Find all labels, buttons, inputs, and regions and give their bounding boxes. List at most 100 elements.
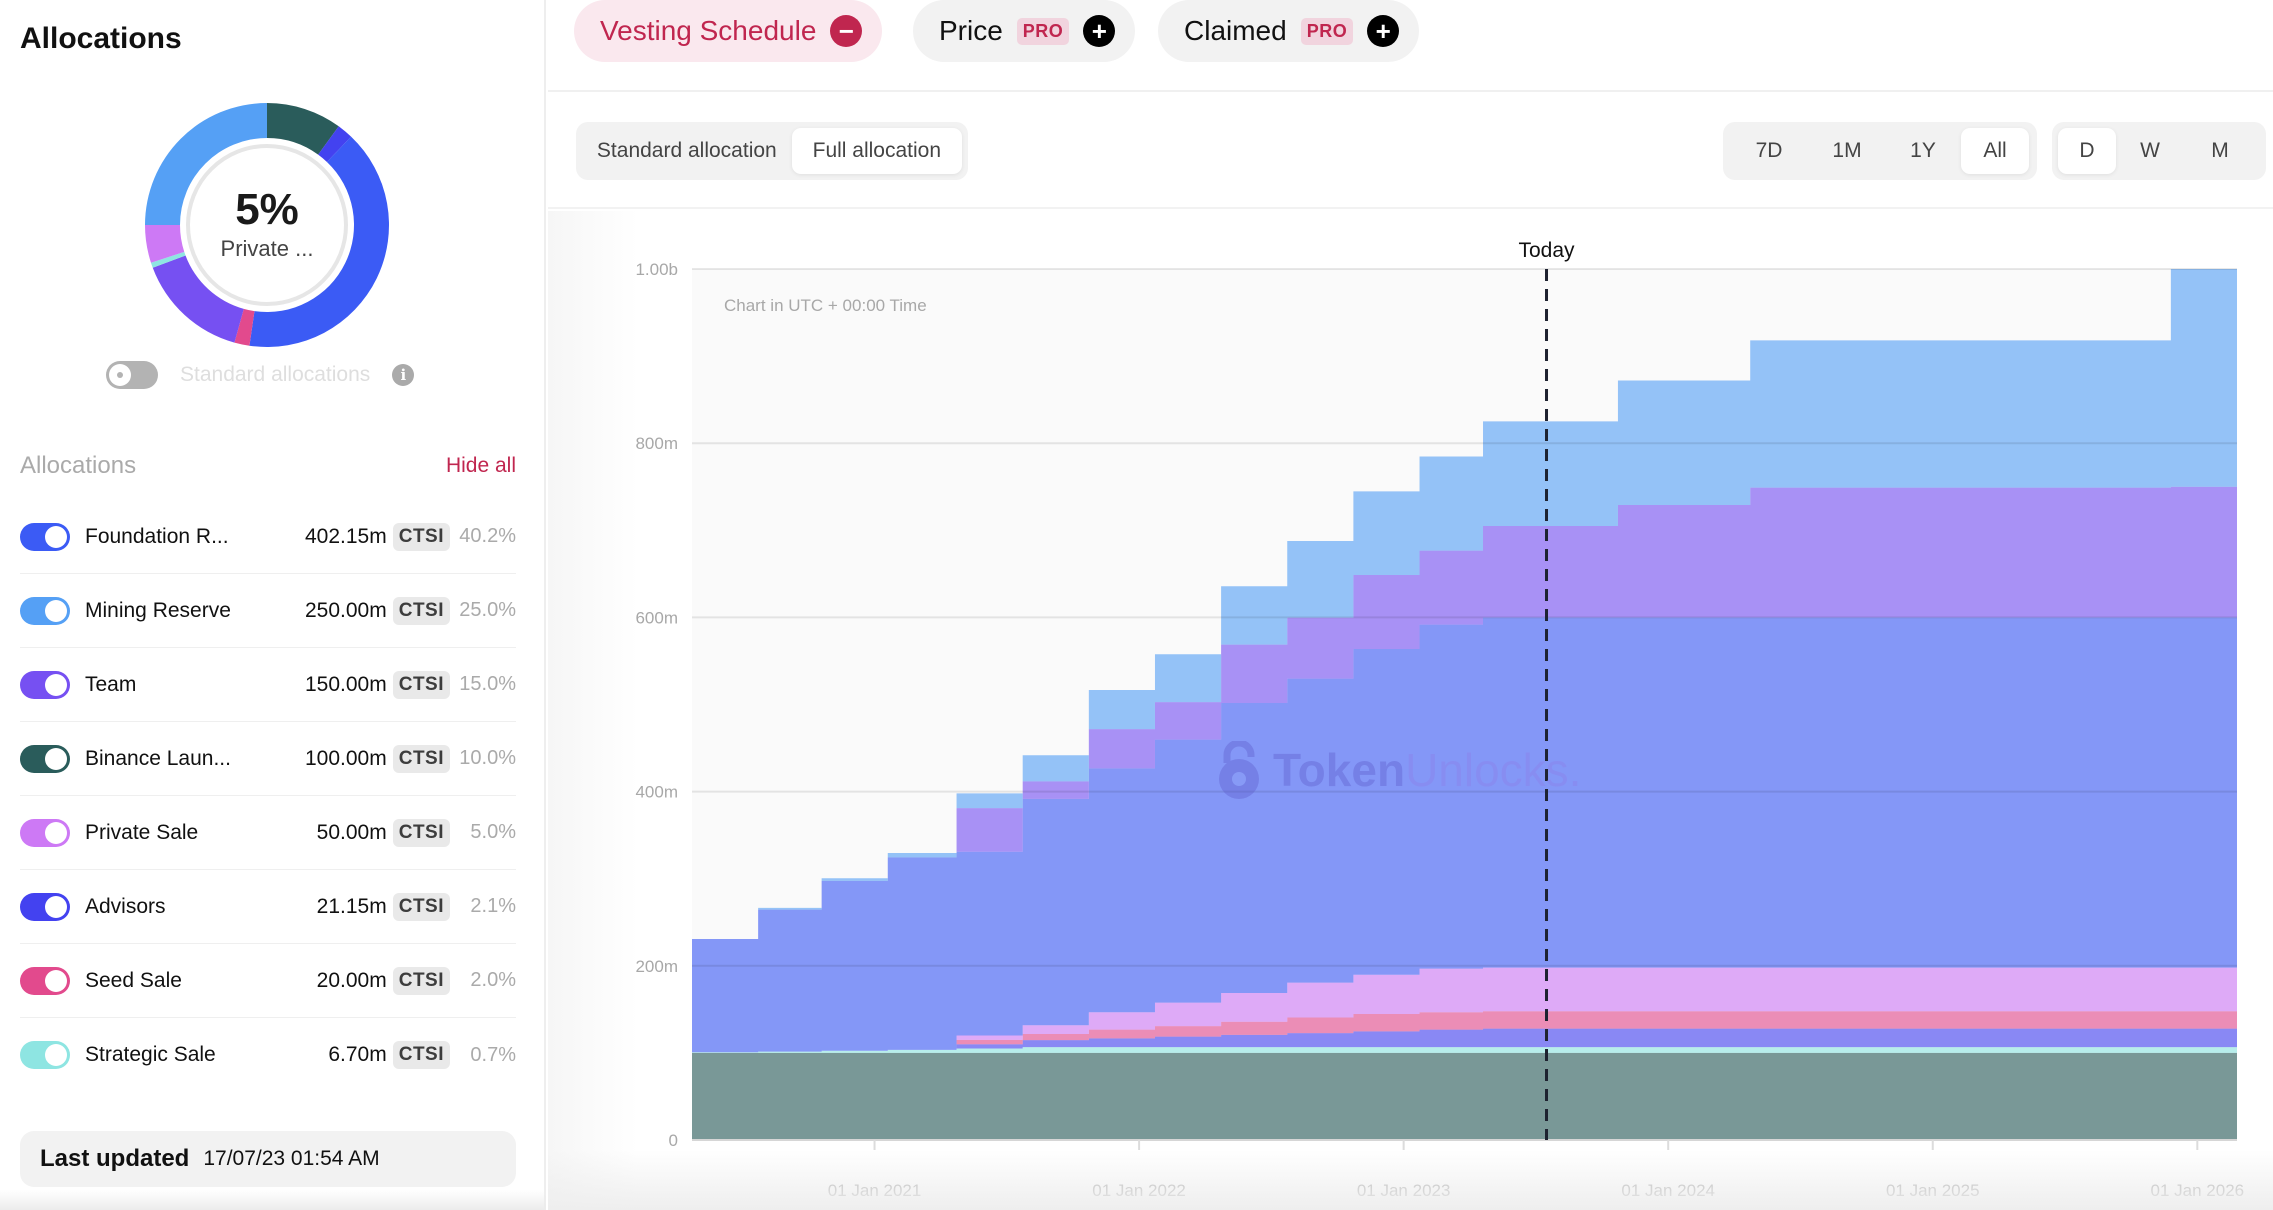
allocation-row: Mining Reserve 250.00m CTSI 25.0% — [20, 574, 516, 648]
range-1y[interactable]: 1Y — [1885, 128, 1961, 174]
standard-allocations-label: Standard allocations — [180, 363, 371, 386]
token-badge: CTSI — [392, 596, 450, 625]
last-updated-label: Last updated — [40, 1145, 190, 1172]
main-panel: Vesting Schedule − Price PRO + Claimed P… — [548, 0, 2273, 1210]
y-tick-label: 0 — [669, 1131, 678, 1150]
allocation-name: Binance Laun... — [85, 746, 231, 770]
y-tick-label: 400m — [635, 783, 678, 802]
allocation-visibility-toggle[interactable] — [20, 892, 70, 921]
allocation-amount: 250.00m — [304, 598, 387, 622]
chart-timezone-note: Chart in UTC + 00:00 Time — [724, 296, 927, 315]
standard-allocations-toggle-row: Standard allocations i — [106, 358, 415, 392]
range-all[interactable]: All — [1961, 128, 2029, 174]
allocation-row: Advisors 21.15m CTSI 2.1% — [20, 870, 516, 944]
last-updated-value: 17/07/23 01:54 AM — [203, 1147, 380, 1170]
allocation-list-header: Allocations Hide all — [20, 452, 516, 480]
info-icon[interactable]: i — [392, 364, 415, 386]
allocation-visibility-toggle[interactable] — [20, 522, 70, 551]
toggle-knob — [45, 969, 67, 992]
minus-icon[interactable]: − — [830, 15, 863, 47]
pro-badge: PRO — [1016, 17, 1070, 45]
tab-vesting-schedule[interactable]: Vesting Schedule − — [574, 0, 883, 62]
donut-center-label: Private ... — [220, 236, 314, 261]
pro-badge: PRO — [1300, 17, 1354, 45]
token-badge: CTSI — [392, 744, 450, 773]
time-range-selector: 7D 1M 1Y All — [1723, 122, 2037, 180]
allocation-amount: 150.00m — [304, 672, 387, 696]
toggle-knob — [45, 599, 67, 622]
tab-label: Vesting Schedule — [600, 15, 817, 46]
range-7d[interactable]: 7D — [1729, 128, 1809, 174]
toggle-knob — [45, 673, 67, 696]
allocation-name: Foundation R... — [85, 524, 229, 548]
interval-month[interactable]: M — [2184, 128, 2256, 174]
allocation-visibility-toggle[interactable] — [20, 818, 70, 847]
plus-icon[interactable]: + — [1367, 15, 1400, 47]
tab-label: Claimed — [1184, 15, 1287, 46]
tab-claimed[interactable]: Claimed PRO + — [1158, 0, 1420, 62]
y-tick-label: 800m — [635, 434, 678, 453]
y-tick-label: 200m — [635, 957, 678, 976]
donut-center-percent: 5% — [235, 185, 299, 234]
allocation-name: Team — [85, 672, 137, 696]
allocation-amount: 100.00m — [304, 746, 387, 770]
allocation-percent: 2.0% — [470, 969, 516, 991]
allocation-row: Seed Sale 20.00m CTSI 2.0% — [20, 944, 516, 1018]
allocation-donut-chart[interactable]: 5% Private ... — [142, 100, 392, 350]
hide-all-button[interactable]: Hide all — [446, 454, 516, 478]
allocation-row: Team 150.00m CTSI 15.0% — [20, 648, 516, 722]
range-1m[interactable]: 1M — [1809, 128, 1885, 174]
toggle-knob — [45, 1044, 67, 1066]
token-badge: CTSI — [392, 670, 450, 699]
tab-price[interactable]: Price PRO + — [913, 0, 1136, 62]
x-tick-label: 01 Jan 2026 — [2151, 1181, 2245, 1200]
allocation-visibility-toggle[interactable] — [20, 596, 70, 625]
allocation-percent: 40.2% — [459, 525, 516, 547]
toggle-knob — [45, 821, 67, 844]
allocation-name: Advisors — [85, 894, 166, 918]
token-badge: CTSI — [392, 1041, 450, 1069]
interval-week[interactable]: W — [2116, 128, 2184, 174]
toggle-knob — [45, 747, 67, 770]
allocation-list: Foundation R... 402.15m CTSI 40.2% Mining Re… — [20, 500, 516, 1092]
vesting-schedule-chart[interactable]: 0 200m 400m 600m 800m 1.00b 01 Jan 2021 01 Jan … — [548, 211, 2273, 1210]
allocation-percent: 0.7% — [470, 1043, 516, 1066]
allocation-name: Private Sale — [85, 820, 199, 844]
token-badge: CTSI — [392, 818, 450, 847]
allocation-visibility-toggle[interactable] — [20, 744, 70, 773]
token-unlock-dashboard: Allocations 5% Private ... Standard allo… — [0, 0, 2273, 1210]
allocation-visibility-toggle[interactable] — [20, 670, 70, 699]
y-tick-label: 600m — [635, 608, 678, 627]
standard-allocations-toggle[interactable] — [106, 361, 158, 389]
allocation-percent: 10.0% — [459, 747, 516, 769]
allocation-mode-full[interactable]: Full allocation — [791, 128, 962, 174]
today-label: Today — [1518, 239, 1575, 262]
interval-day[interactable]: D — [2058, 128, 2116, 174]
allocation-mode-standard[interactable]: Standard allocation — [582, 128, 792, 174]
plus-icon[interactable]: + — [1083, 15, 1116, 47]
allocation-visibility-toggle[interactable] — [20, 966, 70, 995]
allocation-mode-selector: Standard allocation Full allocation — [576, 122, 968, 180]
vesting-chart-area[interactable]: 0 200m 400m 600m 800m 1.00b 01 Jan 2021 01 Jan … — [548, 211, 2273, 1210]
interval-selector: D W M — [2052, 122, 2266, 180]
allocation-percent: 2.1% — [470, 895, 516, 917]
toggle-knob — [109, 364, 131, 386]
allocation-percent: 25.0% — [459, 599, 516, 621]
allocation-amount: 20.00m — [316, 968, 387, 992]
allocation-row: Private Sale 50.00m CTSI 5.0% — [20, 796, 516, 870]
allocation-percent: 15.0% — [459, 673, 516, 695]
y-tick-label: 1.00b — [635, 260, 678, 279]
x-tick-label: 01 Jan 2024 — [1621, 1181, 1715, 1200]
allocation-amount: 6.70m — [328, 1043, 387, 1066]
donut-center: 5% Private ... — [142, 100, 392, 350]
allocation-name: Strategic Sale — [85, 1043, 216, 1066]
sidebar-title: Allocations — [20, 22, 182, 55]
series-area-binance-launchpad[interactable] — [692, 1052, 2237, 1140]
allocation-name: Mining Reserve — [85, 598, 231, 622]
chart-controls: Standard allocation Full allocation 7D 1… — [548, 92, 2273, 209]
token-badge: CTSI — [392, 892, 450, 921]
sidebar-bottom-fade — [0, 1190, 546, 1210]
allocation-percent: 5.0% — [470, 821, 516, 843]
allocation-amount: 50.00m — [316, 820, 387, 844]
allocation-visibility-toggle[interactable] — [20, 1041, 70, 1069]
